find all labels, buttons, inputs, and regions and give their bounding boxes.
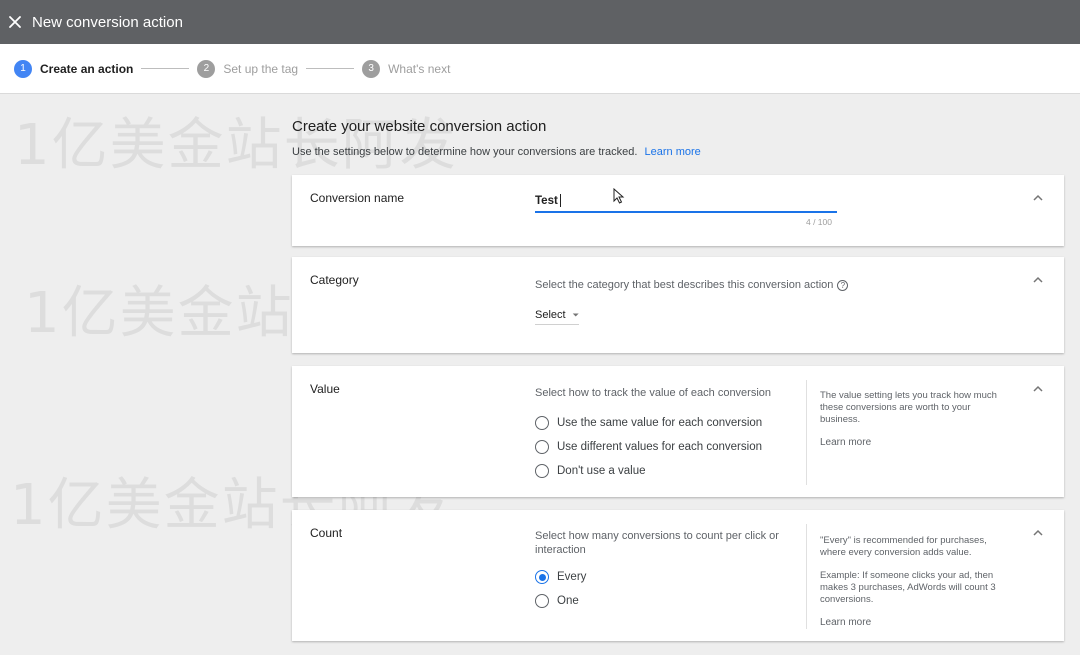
category-prompt: Select the category that best describes … bbox=[535, 279, 849, 291]
step-connector bbox=[141, 68, 190, 69]
value-card: Value Select how to track the value of e… bbox=[292, 366, 1064, 497]
step-label: Create an action bbox=[40, 61, 134, 76]
radio-button[interactable] bbox=[535, 594, 549, 608]
radio-button[interactable] bbox=[535, 440, 549, 454]
text-cursor bbox=[560, 194, 561, 207]
conversion-name-input[interactable]: Test bbox=[535, 191, 837, 213]
radio-label: Use the same value for each conversion bbox=[557, 417, 763, 429]
page-header-title: New conversion action bbox=[32, 13, 183, 31]
chevron-up-icon[interactable] bbox=[1032, 275, 1044, 285]
count-example-note: Example: If someone clicks your ad, then… bbox=[820, 570, 996, 605]
radio-label: Don't use a value bbox=[557, 465, 646, 477]
step-whats-next[interactable]: 3 What's next bbox=[362, 59, 451, 78]
watermark: 1亿美金站长阿发 bbox=[14, 113, 458, 178]
step-number: 3 bbox=[362, 59, 381, 78]
mouse-cursor-icon bbox=[613, 188, 625, 204]
stepper: 1 Create an action 2 Set up the tag 3 Wh… bbox=[0, 44, 1080, 94]
top-bar: New conversion action bbox=[0, 0, 1080, 44]
chevron-up-icon[interactable] bbox=[1032, 193, 1044, 203]
conversion-name-value: Test bbox=[535, 195, 558, 207]
value-prompt: Select how to track the value of each co… bbox=[535, 387, 772, 399]
radio-different-values[interactable]: Use different values for each conversion bbox=[535, 440, 762, 454]
caret-down-icon bbox=[572, 313, 579, 317]
count-prompt: Select how many conversions to count per… bbox=[535, 530, 779, 556]
radio-label: One bbox=[557, 595, 579, 607]
chevron-up-icon[interactable] bbox=[1032, 528, 1044, 538]
value-label: Value bbox=[310, 382, 340, 396]
category-select[interactable]: Select bbox=[535, 309, 579, 325]
chevron-up-icon[interactable] bbox=[1032, 384, 1044, 394]
page-title: Create your website conversion action bbox=[292, 118, 547, 135]
close-button[interactable] bbox=[8, 15, 22, 29]
radio-every[interactable]: Every bbox=[535, 570, 586, 584]
step-number: 2 bbox=[197, 59, 216, 78]
radio-same-value[interactable]: Use the same value for each conversion bbox=[535, 416, 762, 430]
learn-more-link[interactable]: Learn more bbox=[645, 146, 701, 158]
count-help-note: "Every" is recommended for purchases, wh… bbox=[820, 535, 987, 558]
subtitle-text: Use the settings below to determine how … bbox=[292, 146, 638, 158]
count-learn-more-link[interactable]: Learn more bbox=[820, 617, 1020, 629]
character-counter: 4 / 100 bbox=[806, 217, 832, 227]
page-subtitle: Use the settings below to determine how … bbox=[292, 146, 701, 158]
radio-one[interactable]: One bbox=[535, 594, 579, 608]
step-label: Set up the tag bbox=[223, 61, 299, 76]
step-label: What's next bbox=[388, 61, 451, 76]
step-create-action[interactable]: 1 Create an action bbox=[14, 59, 134, 78]
radio-label: Use different values for each conversion bbox=[557, 441, 762, 453]
value-learn-more-link[interactable]: Learn more bbox=[820, 437, 1020, 449]
category-card: Category Select the category that best d… bbox=[292, 257, 1064, 353]
radio-button[interactable] bbox=[535, 570, 549, 584]
side-divider bbox=[806, 380, 807, 485]
radio-label: Every bbox=[557, 571, 587, 583]
conversion-name-label: Conversion name bbox=[310, 191, 405, 205]
step-connector bbox=[306, 68, 355, 69]
conversion-name-card: Conversion name Test 4 / 100 bbox=[292, 175, 1064, 246]
radio-button[interactable] bbox=[535, 416, 549, 430]
category-prompt-text: Select the category that best describes … bbox=[535, 279, 834, 291]
radio-button[interactable] bbox=[535, 464, 549, 478]
side-divider bbox=[806, 524, 807, 629]
count-card: Count Select how many conversions to cou… bbox=[292, 510, 1064, 641]
radio-no-value[interactable]: Don't use a value bbox=[535, 464, 646, 478]
help-icon[interactable]: ? bbox=[837, 279, 849, 291]
step-set-up-tag[interactable]: 2 Set up the tag bbox=[197, 59, 299, 78]
value-help-note: The value setting lets you track how muc… bbox=[820, 390, 997, 425]
close-icon bbox=[9, 16, 21, 28]
count-label: Count bbox=[310, 526, 343, 540]
step-number: 1 bbox=[14, 59, 32, 78]
category-select-value: Select bbox=[535, 309, 566, 321]
category-label: Category bbox=[310, 273, 359, 287]
